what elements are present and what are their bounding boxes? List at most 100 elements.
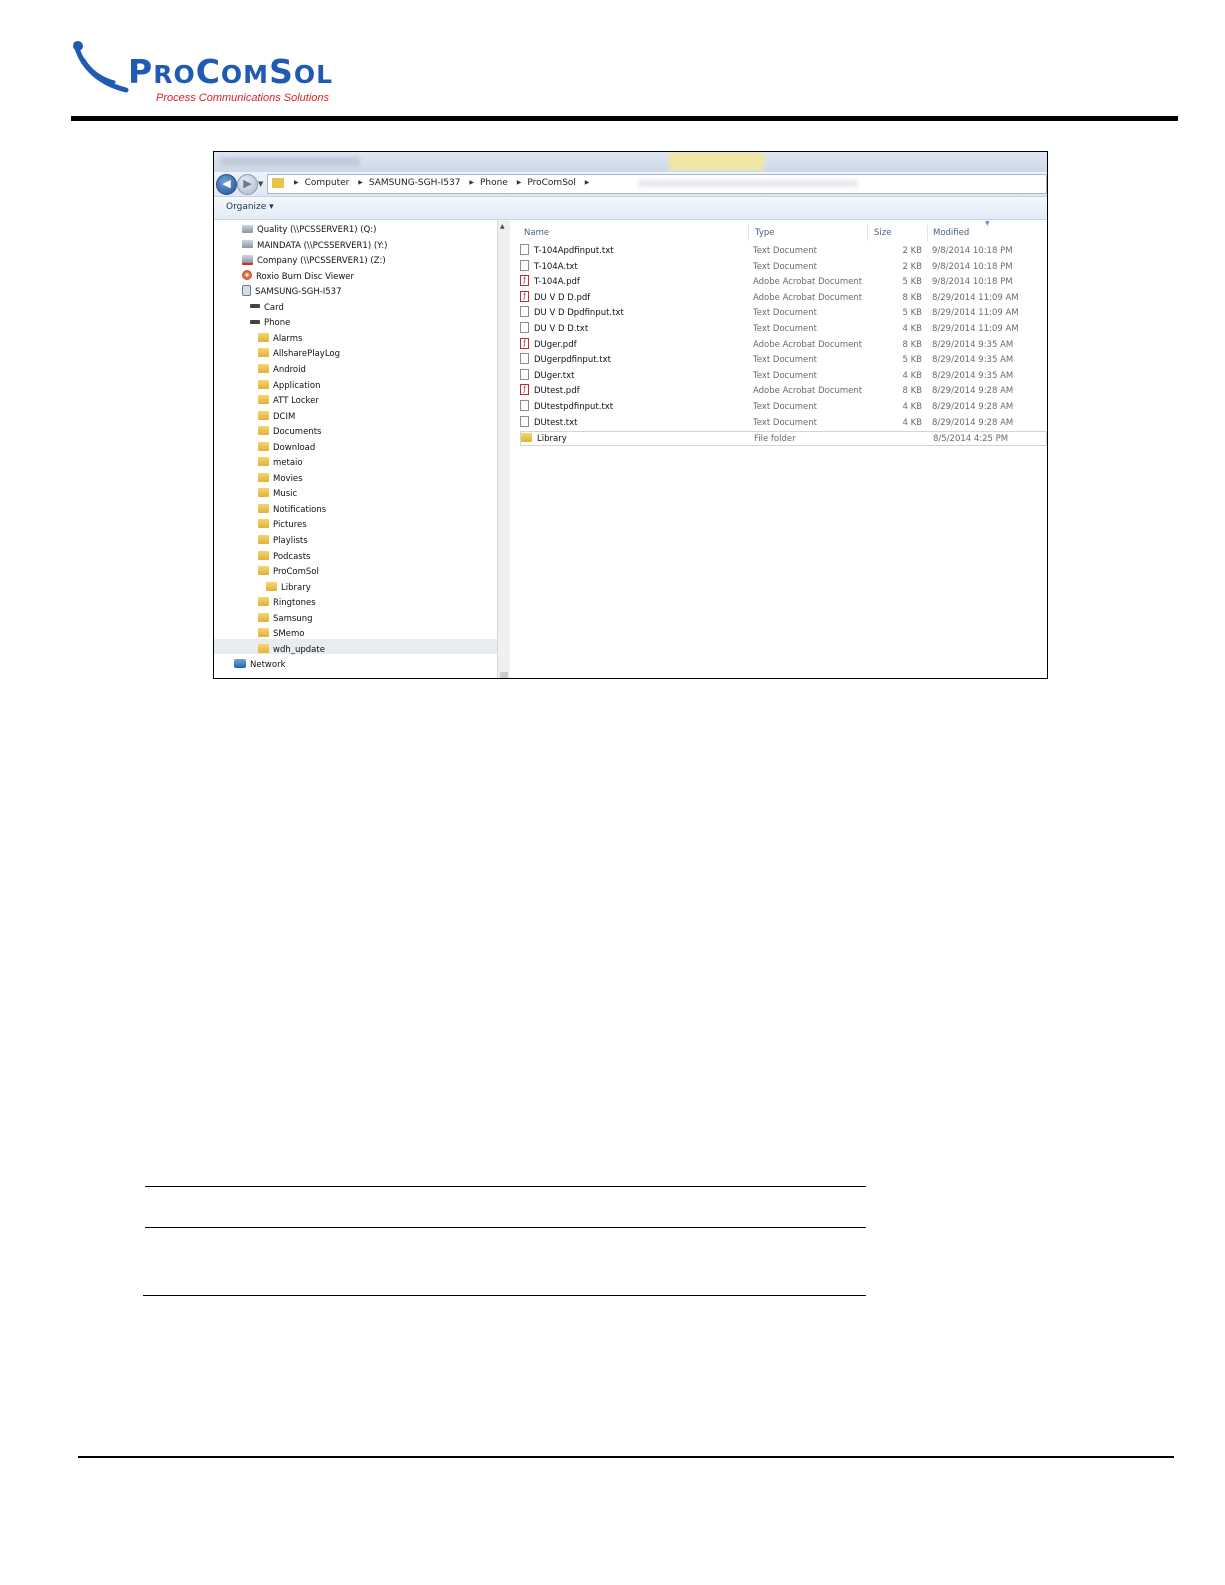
file-name-cell: ƒ T-104A.pdf [520,275,580,290]
file-size: 4 KB [902,417,922,428]
file-row[interactable]: ƒ DUtest.pdf Adobe Acrobat Document 8 KB 8/2… [520,384,1047,399]
file-type: Text Document [753,324,817,334]
file-size: 4 KB [902,402,922,412]
folder-icon [258,566,269,576]
nav-item[interactable]: Card [250,301,284,315]
chevron-right-icon[interactable]: ▶ [469,179,474,186]
column-header-size[interactable]: Size [874,228,891,238]
file-size: 4 KB [902,324,922,334]
breadcrumb-device[interactable]: SAMSUNG-SGH-I537 [369,178,461,188]
folder-icon [258,348,269,358]
file-row[interactable]: DU V D D.txt Text Document 4 KB 8/29/2014 1… [520,322,1047,337]
file-type: Adobe Acrobat Document [753,339,863,350]
nav-item[interactable]: Podcasts [258,550,311,564]
breadcrumb-procomsol[interactable]: ProComSol [527,178,576,188]
nav-item[interactable]: Playlists [258,534,308,548]
file-row[interactable]: T-104A.txt Text Document 2 KB 9/8/2014 10:1… [520,259,1047,275]
nav-item[interactable]: Quality (\\PCSSERVER1) (Q:) [242,223,377,237]
file-row[interactable]: DUtest.txt Text Document 4 KB 8/29/2014 9:2… [520,415,1047,431]
file-name-cell: Library [521,432,567,447]
nav-item[interactable]: Android [258,363,306,377]
chevron-right-icon[interactable]: ▶ [585,179,590,186]
nav-item[interactable]: Network [234,658,286,672]
back-button[interactable]: ◀ [216,174,237,195]
sort-indicator-icon: ▼ [985,220,990,227]
nav-scrollbar[interactable]: ▲ [497,220,510,678]
file-name: T-104A.pdf [534,277,580,288]
file-row[interactable]: DUgerpdfinput.txt Text Document 5 KB 8/29/2… [520,353,1047,368]
nav-item[interactable]: MAINDATA (\\PCSSERVER1) (Y:) [242,239,387,253]
nav-item[interactable]: Pictures [258,518,307,532]
nav-item[interactable]: wdh_update [258,643,325,657]
nav-item-label: AllsharePlayLog [273,349,341,360]
text-file-icon [520,415,529,427]
file-row[interactable]: ƒ T-104A.pdf Adobe Acrobat Document 5 KB 9/8… [520,275,1047,290]
text-file-icon [520,400,529,411]
nav-item[interactable]: Library [266,581,311,595]
organize-button[interactable]: Organize ▾ [226,202,274,212]
nav-item[interactable]: Alarms [258,332,302,346]
file-size: 2 KB [902,261,922,272]
column-divider[interactable] [927,225,928,241]
nav-item-label: DCIM [273,411,296,422]
file-row[interactable]: ƒ DU V D D.pdf Adobe Acrobat Document 8 KB 8… [520,290,1047,306]
nav-item[interactable]: SAMSUNG-SGH-I537 [242,285,342,299]
nav-item[interactable]: DCIM [258,410,295,424]
file-row[interactable]: ƒ DUger.pdf Adobe Acrobat Document 8 KB 8/29… [520,337,1047,353]
scroll-up-icon[interactable]: ▲ [500,223,505,230]
nav-item[interactable]: Notifications [258,503,326,517]
nav-item[interactable]: Samsung [258,612,312,626]
file-row[interactable]: T-104Apdfinput.txt Text Document 2 KB 9/8/2… [520,244,1047,259]
file-row[interactable]: Library File folder 8/5/2014 4:25 PM [520,431,1047,447]
horizontal-rule [143,1295,866,1296]
nav-item[interactable]: metaio [258,456,303,470]
folder-icon [258,535,269,544]
scroll-down-icon[interactable] [500,672,508,678]
file-type: File folder [754,434,796,445]
folder-icon [258,612,269,622]
nav-item[interactable]: Application [258,379,321,393]
nav-item-label: ATT Locker [273,396,319,407]
breadcrumb-computer[interactable]: Computer [305,178,350,188]
history-dropdown-icon[interactable]: ▼ [258,180,263,188]
nav-item[interactable]: ATT Locker [258,394,319,408]
column-header-name[interactable]: Name [524,228,549,238]
nav-item-label: Network [250,660,286,671]
column-divider[interactable] [867,225,868,241]
folder-icon [258,441,269,451]
file-row[interactable]: DU V D Dpdfinput.txt Text Document 5 KB 8/2… [520,306,1047,321]
nav-item[interactable]: Roxio Burn Disc Viewer [242,270,354,284]
nav-item[interactable]: Download [258,441,315,455]
nav-item-label: Podcasts [273,551,311,562]
chevron-right-icon[interactable]: ▶ [294,179,299,186]
nav-item[interactable]: SMemo [258,627,304,641]
file-row[interactable]: DUtestpdfinput.txt Text Document 4 KB 8/29/… [520,400,1047,415]
disc-icon [242,270,252,281]
nav-item[interactable]: Documents [258,425,321,439]
header-rule [71,116,1178,121]
column-divider[interactable] [748,225,749,241]
nav-item[interactable]: Phone [250,316,290,330]
nav-item[interactable]: ProComSol [258,565,319,579]
nav-item[interactable]: Company (\\PCSSERVER1) (Z:) [242,254,386,268]
file-modified: 8/29/2014 11:09 AM [932,292,1019,303]
nav-item[interactable]: Music [258,487,297,501]
file-row[interactable]: DUger.txt Text Document 4 KB 8/29/2014 9:35… [520,368,1047,384]
folder-icon [258,379,269,389]
nav-item[interactable]: AllsharePlayLog [258,347,340,361]
nav-item[interactable]: Ringtones [258,596,316,610]
file-modified: 8/29/2014 11:09 AM [932,308,1019,319]
forward-button[interactable]: ▶ [237,174,258,195]
nav-item[interactable]: Movies [258,472,303,486]
column-header-type[interactable]: Type [755,228,775,238]
chevron-right-icon[interactable]: ▶ [517,179,522,186]
explorer-window: ◀ ▶ ▼ ▶ Computer ▶ SAMSUNG-SGH-I537 ▶ Phone… [213,151,1048,679]
column-header-modified[interactable]: Modified [933,228,969,238]
chevron-right-icon[interactable]: ▶ [358,179,363,186]
address-field[interactable]: ▶ Computer ▶ SAMSUNG-SGH-I537 ▶ Phone ▶ ProC… [267,174,1047,194]
card-icon [250,304,260,309]
file-name: DUtestpdfinput.txt [534,402,614,412]
file-type: Text Document [753,355,817,366]
file-name: T-104Apdfinput.txt [534,246,614,256]
breadcrumb-phone[interactable]: Phone [480,178,508,188]
